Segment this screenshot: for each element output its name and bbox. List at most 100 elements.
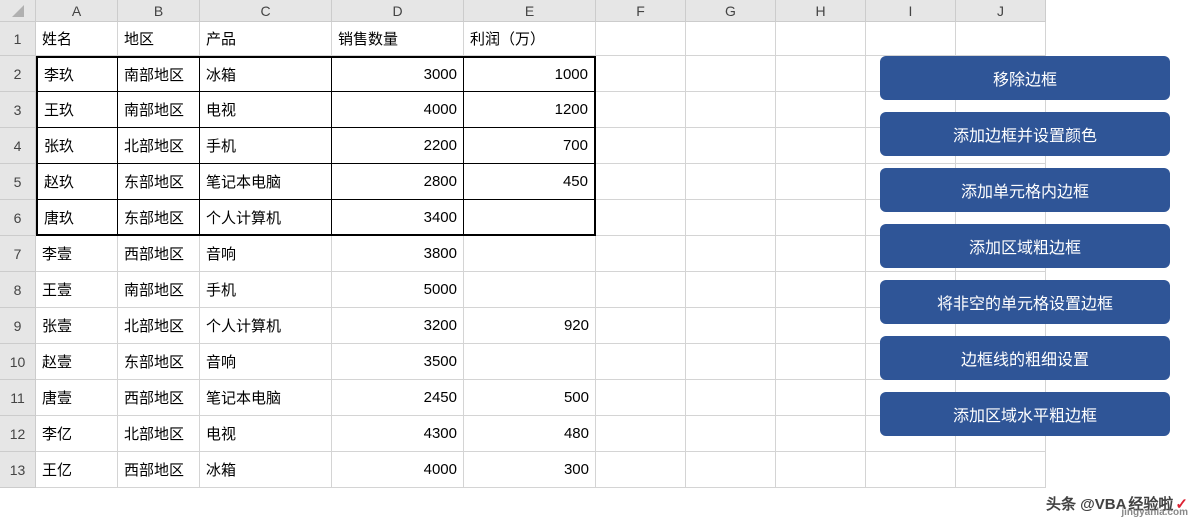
data-cell[interactable]: 4000: [332, 452, 464, 488]
data-cell[interactable]: 3400: [332, 200, 464, 236]
row-header-2[interactable]: 2: [0, 56, 36, 92]
data-cell[interactable]: 480: [464, 416, 596, 452]
data-cell[interactable]: 西部地区: [118, 236, 200, 272]
cell-empty[interactable]: [866, 22, 956, 56]
data-cell[interactable]: 南部地区: [118, 272, 200, 308]
border-weight-button[interactable]: 边框线的粗细设置: [880, 336, 1170, 380]
cell-empty[interactable]: [686, 22, 776, 56]
col-header-D[interactable]: D: [332, 0, 464, 22]
row-header-7[interactable]: 7: [0, 236, 36, 272]
data-cell[interactable]: 5000: [332, 272, 464, 308]
data-cell[interactable]: [464, 236, 596, 272]
cell-empty[interactable]: [686, 200, 776, 236]
col-header-F[interactable]: F: [596, 0, 686, 22]
cell-empty[interactable]: [596, 164, 686, 200]
cell-empty[interactable]: [596, 56, 686, 92]
data-cell[interactable]: 3500: [332, 344, 464, 380]
cell-empty[interactable]: [956, 22, 1046, 56]
cell-empty[interactable]: [686, 344, 776, 380]
data-cell[interactable]: 500: [464, 380, 596, 416]
data-cell[interactable]: 音响: [200, 344, 332, 380]
cell-empty[interactable]: [686, 164, 776, 200]
data-cell[interactable]: 冰箱: [200, 56, 332, 92]
cell-empty[interactable]: [776, 56, 866, 92]
data-cell[interactable]: 李壹: [36, 236, 118, 272]
cell-empty[interactable]: [776, 452, 866, 488]
cell-empty[interactable]: [956, 452, 1046, 488]
data-cell[interactable]: 西部地区: [118, 452, 200, 488]
cell-empty[interactable]: [686, 128, 776, 164]
cell-empty[interactable]: [686, 272, 776, 308]
cell-empty[interactable]: [776, 92, 866, 128]
cell-empty[interactable]: [686, 416, 776, 452]
row-header-5[interactable]: 5: [0, 164, 36, 200]
cell-empty[interactable]: [776, 236, 866, 272]
data-cell[interactable]: 920: [464, 308, 596, 344]
cell-header[interactable]: 销售数量: [332, 22, 464, 56]
data-cell[interactable]: 手机: [200, 272, 332, 308]
cell-empty[interactable]: [596, 308, 686, 344]
cell-empty[interactable]: [776, 164, 866, 200]
data-cell[interactable]: 东部地区: [118, 344, 200, 380]
cell-empty[interactable]: [776, 272, 866, 308]
cell-empty[interactable]: [686, 56, 776, 92]
row-header-6[interactable]: 6: [0, 200, 36, 236]
cell-header[interactable]: 地区: [118, 22, 200, 56]
cell-empty[interactable]: [686, 236, 776, 272]
row-header-9[interactable]: 9: [0, 308, 36, 344]
data-cell[interactable]: [464, 344, 596, 380]
cell-empty[interactable]: [596, 200, 686, 236]
data-cell[interactable]: 李玖: [36, 56, 118, 92]
col-header-G[interactable]: G: [686, 0, 776, 22]
col-header-C[interactable]: C: [200, 0, 332, 22]
data-cell[interactable]: 笔记本电脑: [200, 164, 332, 200]
data-cell[interactable]: 南部地区: [118, 92, 200, 128]
col-header-A[interactable]: A: [36, 0, 118, 22]
data-cell[interactable]: 个人计算机: [200, 308, 332, 344]
data-cell[interactable]: 笔记本电脑: [200, 380, 332, 416]
data-cell[interactable]: 音响: [200, 236, 332, 272]
cell-empty[interactable]: [596, 22, 686, 56]
data-cell[interactable]: 张壹: [36, 308, 118, 344]
data-cell[interactable]: 1000: [464, 56, 596, 92]
cell-header[interactable]: 利润（万）: [464, 22, 596, 56]
data-cell[interactable]: 3800: [332, 236, 464, 272]
data-cell[interactable]: [464, 200, 596, 236]
data-cell[interactable]: 王亿: [36, 452, 118, 488]
col-header-H[interactable]: H: [776, 0, 866, 22]
data-cell[interactable]: 张玖: [36, 128, 118, 164]
data-cell[interactable]: 东部地区: [118, 200, 200, 236]
row-header-3[interactable]: 3: [0, 92, 36, 128]
data-cell[interactable]: 2450: [332, 380, 464, 416]
remove-border-button[interactable]: 移除边框: [880, 56, 1170, 100]
data-cell[interactable]: 西部地区: [118, 380, 200, 416]
data-cell[interactable]: 李亿: [36, 416, 118, 452]
cell-empty[interactable]: [776, 200, 866, 236]
data-cell[interactable]: 1200: [464, 92, 596, 128]
data-cell[interactable]: 东部地区: [118, 164, 200, 200]
select-all-corner[interactable]: [0, 0, 36, 22]
add-thick-region-border-button[interactable]: 添加区域粗边框: [880, 224, 1170, 268]
data-cell[interactable]: 南部地区: [118, 56, 200, 92]
data-cell[interactable]: 300: [464, 452, 596, 488]
cell-empty[interactable]: [596, 128, 686, 164]
cell-empty[interactable]: [776, 308, 866, 344]
data-cell[interactable]: 2200: [332, 128, 464, 164]
data-cell[interactable]: 700: [464, 128, 596, 164]
data-cell[interactable]: 4300: [332, 416, 464, 452]
cell-empty[interactable]: [686, 452, 776, 488]
cell-empty[interactable]: [776, 344, 866, 380]
cell-empty[interactable]: [686, 92, 776, 128]
cell-empty[interactable]: [866, 452, 956, 488]
data-cell[interactable]: 赵壹: [36, 344, 118, 380]
cell-empty[interactable]: [596, 452, 686, 488]
cell-empty[interactable]: [776, 380, 866, 416]
add-border-color-button[interactable]: 添加边框并设置颜色: [880, 112, 1170, 156]
data-cell[interactable]: 王壹: [36, 272, 118, 308]
data-cell[interactable]: 4000: [332, 92, 464, 128]
cell-empty[interactable]: [596, 272, 686, 308]
add-inner-border-button[interactable]: 添加单元格内边框: [880, 168, 1170, 212]
col-header-J[interactable]: J: [956, 0, 1046, 22]
row-header-12[interactable]: 12: [0, 416, 36, 452]
data-cell[interactable]: 2800: [332, 164, 464, 200]
